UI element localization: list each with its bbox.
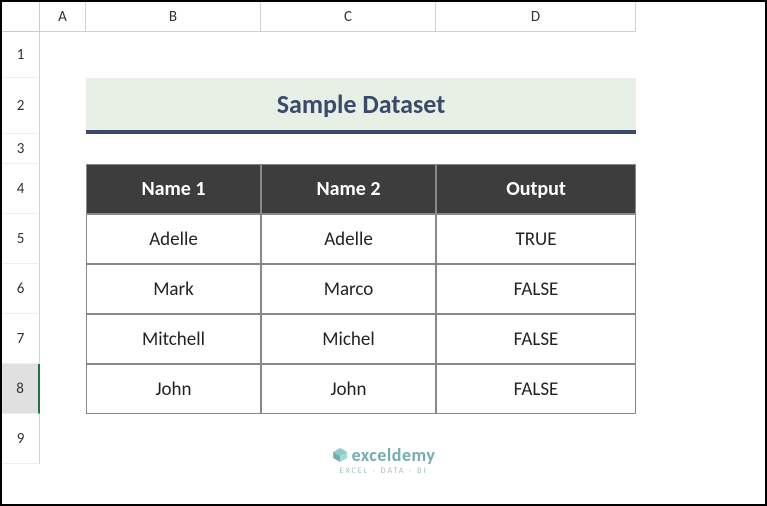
cell-a8[interactable] (40, 364, 86, 414)
cube-icon (332, 446, 348, 468)
cell-a1[interactable] (40, 32, 86, 78)
table-row[interactable]: FALSE (436, 314, 636, 364)
table-row[interactable]: Mark (86, 264, 261, 314)
row-header-4[interactable]: 4 (2, 164, 40, 214)
cell-d3[interactable] (436, 134, 636, 164)
col-header-c[interactable]: C (261, 2, 436, 32)
cell-b1[interactable] (86, 32, 261, 78)
watermark-tagline: EXCEL · DATA · BI (332, 466, 436, 476)
table-row[interactable]: Mitchell (86, 314, 261, 364)
table-header-output[interactable]: Output (436, 164, 636, 214)
table-row[interactable]: John (261, 364, 436, 414)
table-row[interactable]: FALSE (436, 364, 636, 414)
cell-a7[interactable] (40, 314, 86, 364)
table-header-name1[interactable]: Name 1 (86, 164, 261, 214)
row-header-1[interactable]: 1 (2, 32, 40, 78)
cell-a5[interactable] (40, 214, 86, 264)
table-row[interactable]: Michel (261, 314, 436, 364)
watermark-brand: exceldemy (332, 444, 436, 468)
cell-d9[interactable] (436, 414, 636, 464)
row-header-9[interactable]: 9 (2, 414, 40, 464)
col-header-d[interactable]: D (436, 2, 636, 32)
table-row[interactable]: TRUE (436, 214, 636, 264)
watermark: exceldemy EXCEL · DATA · BI (332, 444, 436, 476)
cell-d1[interactable] (436, 32, 636, 78)
cell-c3[interactable] (261, 134, 436, 164)
col-header-a[interactable]: A (40, 2, 86, 32)
select-all-corner[interactable] (2, 2, 40, 32)
row-header-7[interactable]: 7 (2, 314, 40, 364)
watermark-brand-text: exceldemy (352, 444, 436, 466)
title-cell[interactable]: Sample Dataset (86, 78, 636, 134)
cell-a2[interactable] (40, 78, 86, 134)
spreadsheet-grid: A B C D 1 2 Sample Dataset 3 4 Name 1 Na… (2, 2, 765, 464)
row-header-2[interactable]: 2 (2, 78, 40, 134)
cell-c1[interactable] (261, 32, 436, 78)
table-row[interactable]: Adelle (261, 214, 436, 264)
cell-a6[interactable] (40, 264, 86, 314)
table-header-name2[interactable]: Name 2 (261, 164, 436, 214)
table-row[interactable]: FALSE (436, 264, 636, 314)
table-row[interactable]: Marco (261, 264, 436, 314)
cell-a3[interactable] (40, 134, 86, 164)
row-header-5[interactable]: 5 (2, 214, 40, 264)
cell-a4[interactable] (40, 164, 86, 214)
table-row[interactable]: John (86, 364, 261, 414)
row-header-6[interactable]: 6 (2, 264, 40, 314)
row-header-8[interactable]: 8 (2, 364, 40, 414)
cell-a9[interactable] (40, 414, 86, 464)
col-header-b[interactable]: B (86, 2, 261, 32)
table-row[interactable]: Adelle (86, 214, 261, 264)
cell-b3[interactable] (86, 134, 261, 164)
row-header-3[interactable]: 3 (2, 134, 40, 164)
cell-b9[interactable] (86, 414, 261, 464)
